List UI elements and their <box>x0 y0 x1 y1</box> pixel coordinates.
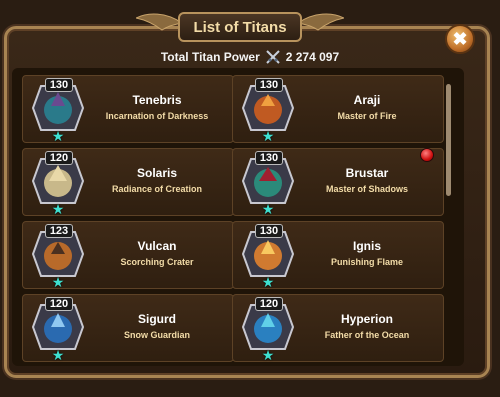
star-icon: ★ <box>261 201 275 217</box>
window-title-text: List of Titans <box>193 18 287 36</box>
scrollbar[interactable] <box>446 84 451 196</box>
level-badge: 130 <box>255 151 283 165</box>
titan-name: Ignis <box>352 239 381 253</box>
titan-title: Incarnation of Darkness <box>105 111 209 121</box>
titan-portrait: 120 ★ <box>239 297 297 363</box>
titan-portrait: 120 ★ <box>29 297 87 363</box>
titan-portrait: 120 ★ <box>29 151 87 217</box>
star-icon: ★ <box>51 128 65 144</box>
titan-name: Araji <box>353 93 381 107</box>
crossed-swords-icon <box>266 50 280 64</box>
titan-title: Master of Shadows <box>325 184 408 194</box>
star-icon: ★ <box>51 274 65 290</box>
level-badge: 130 <box>45 78 73 92</box>
titan-name: Vulcan <box>137 239 177 253</box>
titan-title: Snow Guardian <box>123 330 190 340</box>
titan-card[interactable]: 120 ★ Solaris Radiance of Creation <box>22 148 234 217</box>
titan-card[interactable]: 120 ★ Sigurd Snow Guardian <box>22 294 234 363</box>
titan-portrait: 123 ★ <box>29 224 87 290</box>
level-badge: 120 <box>45 151 73 165</box>
notification-dot-icon <box>420 148 434 162</box>
titan-portrait: 130 ★ <box>239 224 297 290</box>
titan-title: Radiance of Creation <box>111 184 203 194</box>
titan-portrait: 130 ★ <box>239 78 297 144</box>
titan-name: Brustar <box>345 166 389 180</box>
star-icon: ★ <box>51 201 65 217</box>
titan-title: Father of the Ocean <box>324 330 410 340</box>
level-badge: 130 <box>255 78 283 92</box>
titan-card[interactable]: 120 ★ Hyperion Father of the Ocean <box>232 294 444 363</box>
ornament-left-icon <box>136 13 182 31</box>
titan-card[interactable]: 123 ★ Vulcan Scorching Crater <box>22 221 234 290</box>
star-icon: ★ <box>51 347 65 363</box>
titan-title: Master of Fire <box>337 111 397 121</box>
window-title: List of Titans <box>178 12 302 42</box>
titan-name: Solaris <box>136 166 178 180</box>
titan-portrait: 130 ★ <box>29 78 87 144</box>
star-icon: ★ <box>261 274 275 290</box>
power-label: Total Titan Power <box>160 50 260 64</box>
total-power: Total Titan Power 2 274 097 <box>0 50 500 64</box>
power-value: 2 274 097 <box>285 50 340 64</box>
titan-card[interactable]: 130 ★ Brustar Master of Shadows <box>232 148 444 217</box>
titan-card[interactable]: 130 ★ Araji Master of Fire <box>232 75 444 144</box>
close-icon: ✖ <box>452 28 468 49</box>
star-icon: ★ <box>261 347 275 363</box>
titan-card[interactable]: 130 ★ Ignis Punishing Flame <box>232 221 444 290</box>
ornament-right-icon <box>298 13 344 31</box>
titan-portrait: 130 ★ <box>239 151 297 217</box>
titan-name: Tenebris <box>132 93 182 107</box>
level-badge: 120 <box>45 297 73 311</box>
titan-name: Hyperion <box>340 312 393 326</box>
titan-name: Sigurd <box>138 312 176 326</box>
level-badge: 130 <box>255 224 283 238</box>
level-badge: 120 <box>255 297 283 311</box>
titan-title: Scorching Crater <box>120 257 194 267</box>
level-badge: 123 <box>45 224 73 238</box>
titan-title: Punishing Flame <box>330 257 403 267</box>
titan-card[interactable]: 130 ★ Tenebris Incarnation of Darkness <box>22 75 234 144</box>
star-icon: ★ <box>261 128 275 144</box>
